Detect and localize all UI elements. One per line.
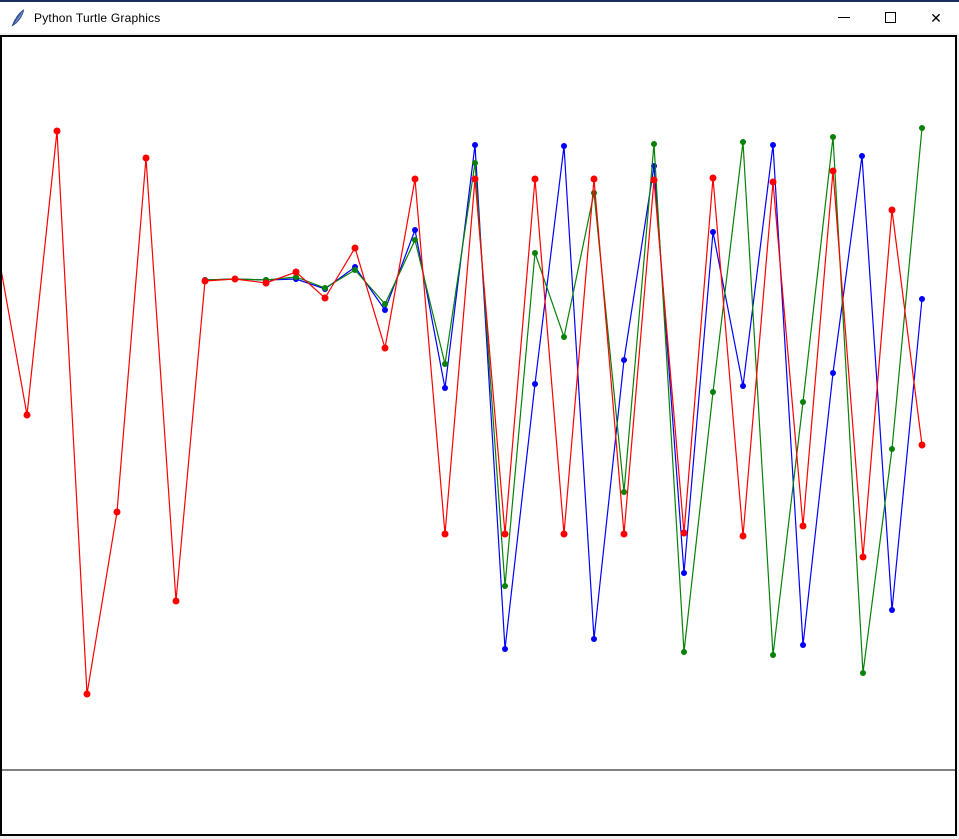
blue-series-marker	[412, 227, 418, 233]
red-series-marker	[114, 509, 121, 516]
turtle-window: Python Turtle Graphics ✕	[0, 0, 959, 839]
red-series-marker	[591, 176, 598, 183]
close-button[interactable]: ✕	[913, 2, 959, 33]
red-series-marker	[24, 412, 31, 419]
green-series-marker	[681, 649, 687, 655]
red-series-marker	[442, 531, 449, 538]
red-series-marker	[202, 278, 209, 285]
minimize-button[interactable]	[821, 2, 867, 33]
green-series-marker	[800, 399, 806, 405]
red-series-marker	[740, 533, 747, 540]
blue-series-marker	[830, 370, 836, 376]
blue-series-marker	[502, 646, 508, 652]
blue-series-marker	[561, 143, 567, 149]
green-series-marker	[591, 190, 597, 196]
red-series-marker	[143, 155, 150, 162]
red-series-marker	[382, 345, 389, 352]
blue-series-marker	[740, 383, 746, 389]
turtle-canvas	[0, 35, 957, 836]
red-series-marker	[532, 176, 539, 183]
blue-series-marker	[382, 307, 388, 313]
green-series-marker	[651, 141, 657, 147]
green-series-marker	[322, 285, 328, 291]
red-series-marker	[710, 175, 717, 182]
blue-series-marker	[770, 142, 776, 148]
red-series-marker	[472, 176, 479, 183]
blue-series-marker	[681, 570, 687, 576]
red-series-marker	[681, 530, 688, 537]
green-series-marker	[710, 389, 716, 395]
red-series-marker	[860, 554, 867, 561]
red-series-marker	[502, 531, 509, 538]
green-series-marker	[412, 237, 418, 243]
title-bar: Python Turtle Graphics ✕	[0, 2, 959, 33]
red-series-marker	[651, 177, 658, 184]
blue-series-marker	[442, 385, 448, 391]
green-series-marker	[860, 670, 866, 676]
green-series-marker	[352, 267, 358, 273]
green-series-marker	[442, 361, 448, 367]
red-series-marker	[412, 176, 419, 183]
blue-series-marker	[710, 229, 716, 235]
blue-series-marker	[532, 381, 538, 387]
red-series-marker	[84, 691, 91, 698]
red-series-marker	[919, 442, 926, 449]
blue-series-marker	[621, 357, 627, 363]
blue-series-marker	[859, 153, 865, 159]
red-series-marker	[263, 280, 270, 287]
green-series-marker	[919, 125, 925, 131]
green-series-marker	[472, 160, 478, 166]
red-series-marker	[561, 531, 568, 538]
window-controls: ✕	[821, 2, 959, 33]
blue-series-marker	[800, 642, 806, 648]
blue-series-marker	[591, 636, 597, 642]
green-series-line	[205, 128, 922, 673]
red-series-marker	[830, 168, 837, 175]
green-series-marker	[830, 134, 836, 140]
blue-series-marker	[919, 296, 925, 302]
red-series-marker	[322, 295, 329, 302]
red-series-marker	[621, 531, 628, 538]
blue-series-marker	[889, 607, 895, 613]
green-series-marker	[561, 334, 567, 340]
red-series-marker	[889, 207, 896, 214]
window-title: Python Turtle Graphics	[34, 11, 160, 25]
red-series-marker	[232, 276, 239, 283]
turtle-canvas-svg	[2, 37, 955, 834]
green-series-marker	[770, 652, 776, 658]
green-series-marker	[502, 583, 508, 589]
close-icon: ✕	[930, 11, 942, 25]
red-series-marker	[800, 523, 807, 530]
green-series-marker	[889, 446, 895, 452]
maximize-icon	[885, 12, 896, 23]
green-series-marker	[621, 489, 627, 495]
red-series-marker	[770, 179, 777, 186]
red-series-line	[2, 131, 922, 694]
maximize-button[interactable]	[867, 2, 913, 33]
blue-series-marker	[472, 142, 478, 148]
red-series-marker	[54, 128, 61, 135]
green-series-marker	[382, 301, 388, 307]
green-series-marker	[532, 250, 538, 256]
red-series-marker	[173, 598, 180, 605]
red-series-marker	[352, 245, 359, 252]
red-series-marker	[293, 269, 300, 276]
python-feather-icon	[10, 9, 26, 27]
green-series-marker	[740, 139, 746, 145]
minimize-icon	[838, 17, 850, 18]
